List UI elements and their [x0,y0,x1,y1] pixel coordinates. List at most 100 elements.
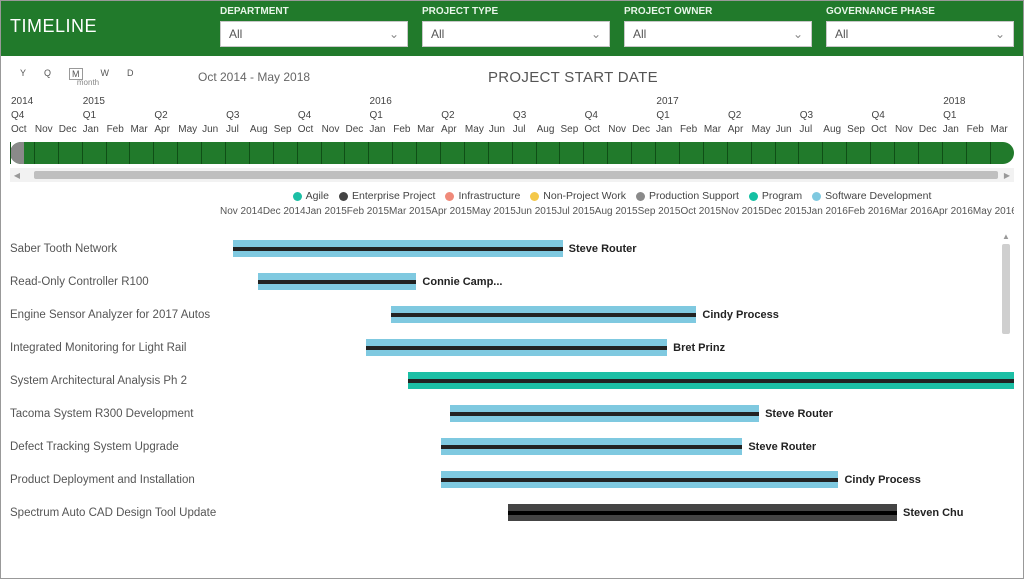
legend-item[interactable]: Agile [293,190,329,202]
filter-select-project-owner[interactable]: All ⌄ [624,21,812,47]
gantt-month-header: Dec 2014 [263,206,306,232]
axis-month: Sep [273,124,297,138]
axis-month: Jun [775,124,799,138]
scrollbar-thumb[interactable] [1002,244,1010,334]
project-row-label[interactable]: Engine Sensor Analyzer for 2017 Autos [10,298,220,331]
axis-month: Aug [822,124,846,138]
axis-quarter: Q1 [369,110,441,124]
axis-month: Jul [225,124,249,138]
gantt-chart: Saber Tooth NetworkRead-Only Controller … [0,206,1024,529]
gantt-row-labels: Saber Tooth NetworkRead-Only Controller … [10,206,220,529]
legend-swatch [636,192,645,201]
project-row-label[interactable]: Defect Tracking System Upgrade [10,430,220,463]
gantt-month-header: Apr 2016 [932,206,973,232]
scroll-right-icon[interactable]: ▶ [1002,171,1012,180]
axis-year: 2015 [82,96,369,110]
legend-item[interactable]: Software Development [812,190,931,202]
zoom-level-y[interactable]: Y [20,68,26,80]
bar-stripe [366,346,667,350]
gantt-bar[interactable]: Cindy Process [391,306,696,323]
legend-item[interactable]: Production Support [636,190,739,202]
axis-quarter: Q4 [870,110,942,124]
axis-quarter: Q2 [153,110,225,124]
filter-value: All [431,27,444,41]
axis-quarter: Q1 [942,110,1014,124]
axis-month: May [751,124,775,138]
bar-owner-label: Cindy Process [702,309,778,321]
axis-quarter: Q2 [440,110,512,124]
gantt-month-header: Mar 2015 [389,206,431,232]
zoom-level-w[interactable]: W [101,68,110,80]
filter-label: PROJECT OWNER [624,6,812,17]
gantt-bar[interactable]: Connie Camp... [258,273,417,290]
legend-item[interactable]: Program [749,190,802,202]
timeline-axis: 20142015201620172018 Q4Q1Q2Q3Q4Q1Q2Q3Q4Q… [0,96,1024,140]
project-row-label[interactable]: Spectrum Auto CAD Design Tool Update [10,496,220,529]
subheader: YQMWD month Oct 2014 - May 2018 PROJECT … [0,56,1024,96]
legend-label: Enterprise Project [352,190,435,202]
zoom-level-d[interactable]: D [127,68,134,80]
gantt-bar[interactable]: Steven Chu [508,504,897,521]
gantt-month-header: Feb 2015 [347,206,389,232]
legend-item[interactable]: Infrastructure [445,190,520,202]
filter-value: All [835,27,848,41]
axis-month: Jul [512,124,536,138]
timeline-scrollbar[interactable]: ◀ ▶ [10,168,1014,182]
bar-stripe [391,313,696,317]
project-row-label[interactable]: Tacoma System R300 Development [10,397,220,430]
gantt-plot-area: Nov 2014Dec 2014Jan 2015Feb 2015Mar 2015… [220,206,1014,529]
gantt-month-header: Jul 2015 [557,206,595,232]
legend-swatch [812,192,821,201]
project-row-label[interactable]: Product Deployment and Installation [10,463,220,496]
gantt-month-header: Nov 2014 [220,206,263,232]
gantt-bar[interactable]: Cindy Process [441,471,838,488]
axis-month: Nov [34,124,58,138]
gantt-bar[interactable]: Bret Prinz [366,339,667,356]
bar-stripe [441,445,742,449]
timeline-range-slider[interactable] [10,142,1014,164]
bar-stripe [508,511,897,515]
scroll-up-icon[interactable]: ▲ [1002,232,1010,242]
zoom-level-q[interactable]: Q [44,68,51,80]
gantt-row: Cindy Process [220,298,1014,331]
axis-month: Nov [894,124,918,138]
axis-year: 2018 [942,96,1014,110]
gantt-bar[interactable] [408,372,1014,389]
gantt-bar[interactable]: Steve Router [441,438,742,455]
gantt-month-header: Dec 2015 [764,206,807,232]
project-row-label[interactable]: Saber Tooth Network [10,232,220,265]
axis-month: Nov [321,124,345,138]
legend-item[interactable]: Enterprise Project [339,190,435,202]
filter-governance-phase: GOVERNANCE PHASE All ⌄ [826,6,1014,47]
project-row-label[interactable]: System Architectural Analysis Ph 2 [10,364,220,397]
axis-month: Apr [440,124,464,138]
filter-value: All [633,27,646,41]
legend-item[interactable]: Non-Project Work [530,190,626,202]
legend-swatch [339,192,348,201]
project-row-label[interactable]: Read-Only Controller R100 [10,265,220,298]
date-range-label: Oct 2014 - May 2018 [158,70,368,84]
gantt-bar[interactable]: Steve Router [450,405,759,422]
axis-month: Sep [846,124,870,138]
filter-select-governance-phase[interactable]: All ⌄ [826,21,1014,47]
gantt-month-header: Aug 2015 [595,206,638,232]
bar-stripe [450,412,759,416]
filter-select-project-type[interactable]: All ⌄ [422,21,610,47]
gantt-bar[interactable]: Steve Router [233,240,563,257]
project-row-label[interactable]: Integrated Monitoring for Light Rail [10,331,220,364]
axis-month: Dec [918,124,942,138]
legend-swatch [445,192,454,201]
zoom-granularity-selector[interactable]: YQMWD month [18,68,158,87]
filter-label: DEPARTMENT [220,6,408,17]
scrollbar-thumb[interactable] [34,171,998,179]
page-title: TIMELINE [10,6,220,37]
filter-label: GOVERNANCE PHASE [826,6,1014,17]
chevron-down-icon: ⌄ [591,27,601,41]
axis-month: Feb [392,124,416,138]
scroll-left-icon[interactable]: ◀ [12,171,22,180]
gantt-month-header: Oct 2015 [680,206,721,232]
filter-select-department[interactable]: All ⌄ [220,21,408,47]
gantt-vertical-scrollbar[interactable]: ▲ [1000,232,1012,529]
axis-month: Jan [942,124,966,138]
axis-month: Mar [129,124,153,138]
